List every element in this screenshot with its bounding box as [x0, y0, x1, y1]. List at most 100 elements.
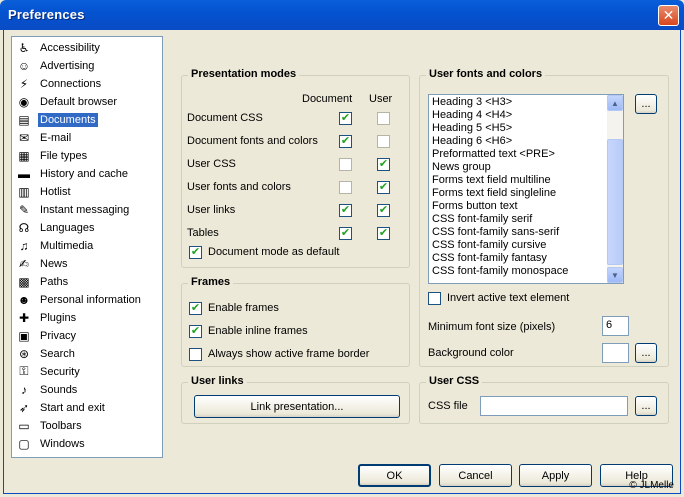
cancel-button[interactable]: Cancel [439, 464, 512, 487]
paths-icon: ▩ [18, 274, 30, 289]
user-fonts-group: User fonts and colors Heading 3 <H3> Head… [419, 68, 669, 367]
close-button[interactable]: ✕ [658, 5, 679, 26]
user-links-title: User links [188, 375, 247, 387]
list-item[interactable]: CSS font-family cursive [432, 239, 546, 251]
list-item[interactable]: Forms button text [432, 200, 518, 212]
link-presentation-button[interactable]: Link presentation... [194, 395, 400, 418]
sidebar-item-news[interactable]: ✍ News [14, 255, 160, 272]
edit-font-button[interactable]: ... [635, 94, 657, 114]
ok-button[interactable]: OK [358, 464, 431, 487]
sidebar-item-e-mail[interactable]: ✉ E-mail [14, 129, 160, 146]
sidebar-item-plugins[interactable]: ✚ Plugins [14, 309, 160, 326]
list-scrollbar[interactable]: ▲ ▼ [607, 95, 623, 283]
sidebar-item-label: Default browser [40, 95, 118, 108]
list-item[interactable]: CSS font-family sans-serif [432, 226, 559, 238]
user-css-group: User CSS CSS file ... [419, 375, 669, 424]
user-links-user-checkbox[interactable]: ✔ [377, 204, 390, 217]
user-css-document-checkbox[interactable] [339, 158, 352, 171]
sidebar-item-accessibility[interactable]: ♿ Accessibility [14, 39, 160, 56]
tables-document-checkbox[interactable]: ✔ [339, 227, 352, 240]
document-css-document-checkbox[interactable]: ✔ [339, 112, 352, 125]
sidebar-item-history-and-cache[interactable]: ▬ History and cache [14, 165, 160, 182]
scroll-down-icon[interactable]: ▼ [607, 267, 623, 283]
sidebar-item-label: Privacy [40, 329, 77, 342]
list-item[interactable]: News group [432, 161, 491, 173]
sidebar-item-advertising[interactable]: ☺ Advertising [14, 57, 160, 74]
sidebar-item-label: Search [40, 347, 75, 360]
sidebar-item-toolbars[interactable]: ▭ Toolbars [14, 417, 160, 434]
document-mode-default-label: Document mode as default [208, 246, 340, 258]
scroll-thumb[interactable] [607, 139, 623, 265]
list-item[interactable]: Preformatted text <PRE> [432, 148, 555, 160]
sidebar-item-personal-information[interactable]: ☻ Personal information [14, 291, 160, 308]
user-links-document-checkbox[interactable]: ✔ [339, 204, 352, 217]
document-css-label: Document CSS [187, 112, 263, 124]
apply-button[interactable]: Apply [519, 464, 592, 487]
list-item[interactable]: Heading 4 <H4> [432, 109, 512, 121]
background-color-button[interactable]: ... [635, 343, 657, 363]
invert-active-text-checkbox[interactable] [428, 292, 441, 305]
list-item[interactable]: Forms text field multiline [432, 174, 551, 186]
browser-icon: ◉ [18, 94, 30, 109]
sidebar-list[interactable]: ♿ Accessibility ☺ Advertising ⚡ Connections ◉ D… [11, 36, 163, 458]
document-mode-default-checkbox[interactable]: ✔ [189, 246, 202, 259]
news-icon: ✍ [18, 256, 30, 271]
sidebar-item-label: Start and exit [40, 401, 105, 414]
background-color-swatch[interactable] [602, 343, 629, 363]
sidebar-item-label: Multimedia [40, 239, 94, 252]
close-icon: ✕ [662, 7, 675, 23]
font-elements-list[interactable]: Heading 3 <H3> Heading 4 <H4> Heading 5 <H… [428, 94, 624, 284]
document-css-user-checkbox[interactable] [377, 112, 390, 125]
enable-frames-checkbox[interactable]: ✔ [189, 302, 202, 315]
sidebar-item-start-and-exit[interactable]: ➶ Start and exit [14, 399, 160, 416]
sidebar-item-documents[interactable]: ▤ Documents [14, 111, 160, 128]
sidebar-item-privacy[interactable]: ▣ Privacy [14, 327, 160, 344]
user-fonts-and-colors-document-checkbox[interactable] [339, 181, 352, 194]
sidebar-item-windows[interactable]: ▢ Windows [14, 435, 160, 452]
sidebar-item-label: Advertising [40, 59, 95, 72]
enable-inline-frames-checkbox[interactable]: ✔ [189, 325, 202, 338]
css-file-input[interactable] [480, 396, 628, 416]
user-css-user-checkbox[interactable]: ✔ [377, 158, 390, 171]
list-item[interactable]: Heading 5 <H5> [432, 122, 512, 134]
sidebar-item-instant-messaging[interactable]: ✎ Instant messaging [14, 201, 160, 218]
sidebar-item-search[interactable]: ⊛ Search [14, 345, 160, 362]
list-item[interactable]: Heading 6 <H6> [432, 135, 512, 147]
css-file-label: CSS file [428, 400, 468, 412]
key-icon: ⚿ [19, 364, 29, 378]
list-item[interactable]: CSS font-family serif [432, 213, 532, 225]
document-fonts-and-colors-user-checkbox[interactable] [377, 135, 390, 148]
list-item[interactable]: CSS font-family fantasy [432, 252, 547, 264]
sidebar-item-label: History and cache [40, 167, 129, 180]
document-fonts-and-colors-document-checkbox[interactable]: ✔ [339, 135, 352, 148]
sidebar-item-connections[interactable]: ⚡ Connections [14, 75, 160, 92]
enable-frames-label: Enable frames [208, 302, 279, 314]
sidebar-item-hotlist[interactable]: ▥ Hotlist [14, 183, 160, 200]
title-bar: Preferences ✕ [0, 0, 684, 30]
user-links-group: User links Link presentation... [181, 375, 410, 424]
list-item[interactable]: Heading 3 <H3> [432, 96, 512, 108]
scroll-up-icon[interactable]: ▲ [607, 95, 623, 111]
list-item[interactable]: CSS font-family monospace [432, 265, 568, 277]
languages-icon: ☊ [18, 220, 30, 235]
minimum-font-size-input[interactable]: 6 [602, 316, 629, 336]
background-color-label: Background color [428, 347, 514, 359]
user-links-label: User links [187, 204, 236, 216]
tables-user-checkbox[interactable]: ✔ [377, 227, 390, 240]
sidebar-item-file-types[interactable]: ▦ File types [14, 147, 160, 164]
user-fonts-and-colors-user-checkbox[interactable]: ✔ [377, 181, 390, 194]
list-item[interactable]: Forms text field singleline [432, 187, 556, 199]
sidebar-item-default-browser[interactable]: ◉ Default browser [14, 93, 160, 110]
sidebar-item-multimedia[interactable]: ♫ Multimedia [14, 237, 160, 254]
envelope-icon: ✉ [18, 130, 30, 145]
always-show-active-frame-border-checkbox[interactable] [189, 348, 202, 361]
sidebar-item-security[interactable]: ⚿ Security [14, 363, 160, 380]
browse-css-button[interactable]: ... [635, 396, 657, 416]
sidebar-item-languages[interactable]: ☊ Languages [14, 219, 160, 236]
sidebar-item-label: File types [40, 149, 88, 162]
enable-inline-frames-label: Enable inline frames [208, 325, 308, 337]
sidebar-item-sounds[interactable]: ♪ Sounds [14, 381, 160, 398]
sidebar-item-label: Paths [40, 275, 69, 288]
sidebar-item-paths[interactable]: ▩ Paths [14, 273, 160, 290]
invert-active-text-label: Invert active text element [447, 292, 570, 304]
